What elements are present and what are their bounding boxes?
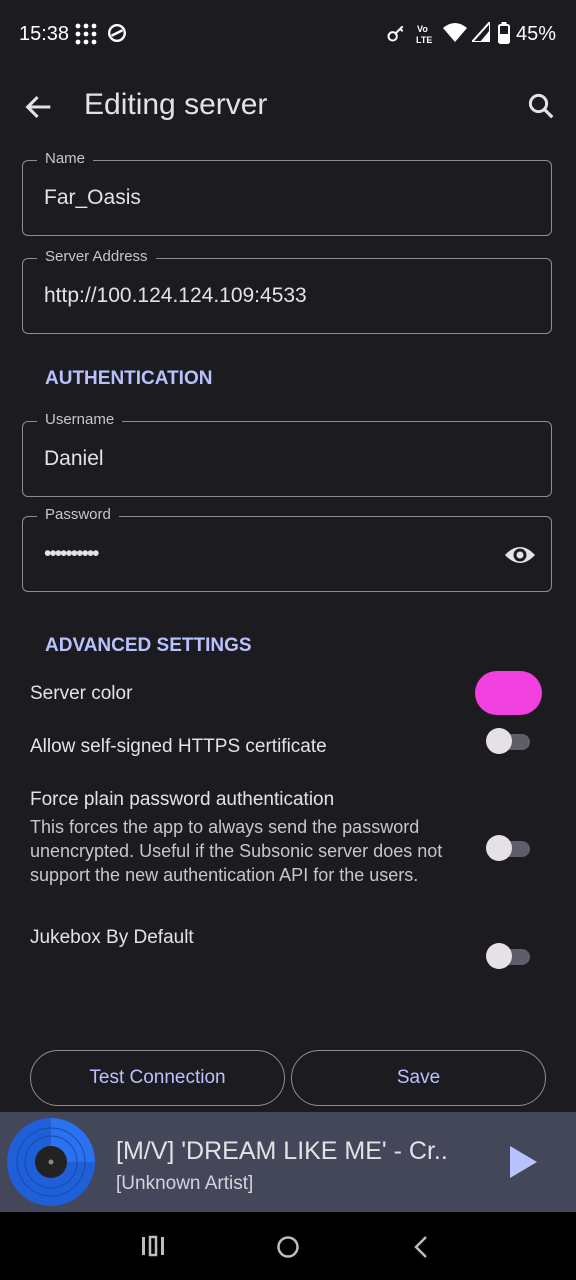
jukebox-toggle[interactable]	[486, 942, 532, 970]
plain-password-toggle[interactable]	[486, 834, 532, 862]
save-button[interactable]: Save	[291, 1050, 546, 1106]
server-address-input[interactable]: http://100.124.124.109:4533	[44, 284, 484, 308]
toggle-thumb	[486, 728, 512, 754]
volte-icon: Vo LTE	[416, 24, 432, 45]
album-art-vinyl-icon	[7, 1118, 95, 1206]
now-playing-artist: [Unknown Artist]	[116, 1173, 254, 1194]
system-back-icon[interactable]	[412, 1235, 430, 1259]
name-input[interactable]: Far_Oasis	[44, 186, 484, 210]
home-icon[interactable]	[276, 1235, 300, 1259]
mini-player[interactable]: [M/V] 'DREAM LIKE ME' - Cr.. [Unknown Ar…	[0, 1112, 576, 1212]
sync-icon	[108, 24, 126, 42]
svg-text:Vo: Vo	[417, 24, 428, 34]
jukebox-label: Jukebox By Default	[30, 927, 194, 948]
play-icon[interactable]	[508, 1145, 538, 1179]
dots-grid-icon	[75, 23, 97, 45]
battery-icon	[498, 22, 510, 44]
search-icon[interactable]	[526, 91, 556, 121]
now-playing-title: [M/V] 'DREAM LIKE ME' - Cr..	[116, 1137, 448, 1165]
name-field[interactable]: Name Far_Oasis	[22, 150, 552, 236]
server-color-swatch[interactable]	[475, 671, 542, 715]
recent-apps-icon[interactable]	[140, 1235, 166, 1257]
advanced-settings-heading: ADVANCED SETTINGS	[45, 635, 252, 656]
wifi-icon	[443, 23, 467, 42]
password-field[interactable]: Password ••••••••••	[22, 506, 552, 592]
battery-level: 45%	[515, 23, 556, 45]
test-connection-button[interactable]: Test Connection	[30, 1050, 285, 1106]
server-color-label: Server color	[30, 683, 133, 704]
username-label: Username	[37, 411, 123, 428]
plain-password-description: This forces the app to always send the p…	[30, 817, 443, 885]
svg-text:LTE: LTE	[416, 35, 432, 45]
server-address-field[interactable]: Server Address http://100.124.124.109:45…	[22, 248, 552, 334]
self-signed-toggle[interactable]	[486, 727, 532, 755]
system-nav-bar	[0, 1212, 576, 1280]
show-password-eye-icon[interactable]	[503, 541, 537, 569]
password-input[interactable]: ••••••••••	[44, 542, 484, 566]
toggle-thumb	[486, 943, 512, 969]
username-input[interactable]: Daniel	[44, 447, 484, 471]
name-field-label: Name	[37, 150, 94, 167]
password-label: Password	[37, 506, 119, 523]
status-bar: 15:38 Vo LTE 45%	[0, 0, 576, 70]
server-address-label: Server Address	[37, 248, 156, 265]
self-signed-label: Allow self-signed HTTPS certificate	[30, 736, 327, 757]
back-arrow-icon[interactable]	[22, 90, 56, 124]
authentication-heading: AUTHENTICATION	[45, 368, 213, 389]
plain-password-label: Force plain password authentication	[30, 789, 335, 810]
signal-icon	[472, 22, 490, 42]
app-bar: Editing server	[0, 70, 576, 146]
username-field[interactable]: Username Daniel	[22, 411, 552, 497]
toggle-thumb	[486, 835, 512, 861]
page-title: Editing server	[84, 88, 268, 121]
status-time: 15:38	[19, 23, 70, 45]
key-icon	[387, 25, 404, 42]
